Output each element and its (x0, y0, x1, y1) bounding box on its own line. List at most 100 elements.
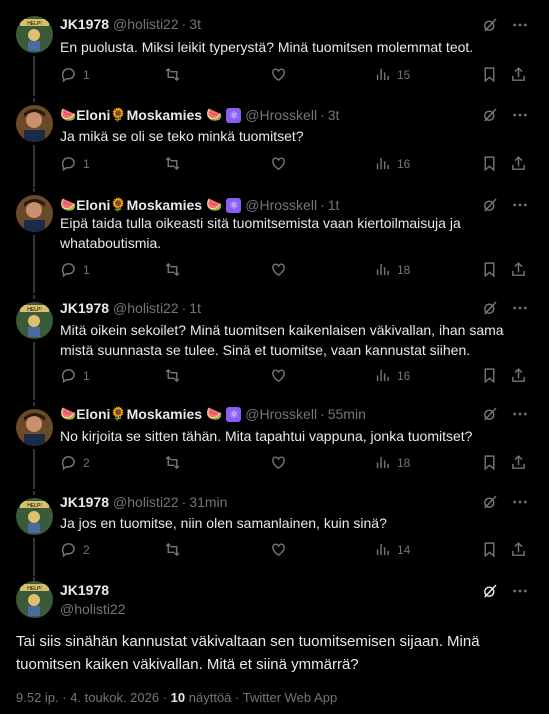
avatar[interactable] (16, 105, 53, 142)
reply-tweet[interactable]: HELP! JK1978 @holisti22 · 1t Mitä oikein… (0, 293, 549, 400)
grok-icon[interactable] (481, 299, 499, 317)
reply-tweet[interactable]: 🍉 Eloni 🌻 Moskamies 🍉 ⚛ @Hrosskell · 1t … (0, 186, 549, 293)
handle[interactable]: @Hrosskell (245, 197, 317, 213)
views-icon (376, 369, 389, 382)
grok-icon[interactable] (481, 493, 499, 511)
reply-button[interactable]: 1 (60, 155, 90, 172)
grok-icon[interactable] (481, 582, 499, 600)
display-name-2[interactable]: Moskamies (127, 197, 202, 213)
timestamp[interactable]: 3t (328, 107, 340, 123)
handle[interactable]: @holisti22 (113, 494, 179, 510)
share-button[interactable] (510, 261, 527, 278)
retweet-button[interactable] (164, 454, 181, 471)
display-name[interactable]: JK1978 (60, 16, 109, 32)
views-button[interactable]: 15 (374, 66, 410, 83)
more-icon[interactable] (511, 106, 529, 124)
display-name[interactable]: JK1978 (60, 494, 109, 510)
display-name-2[interactable]: Moskamies (127, 107, 202, 123)
views-button[interactable]: 14 (374, 541, 410, 558)
avatar[interactable]: HELP! (16, 16, 53, 53)
like-button[interactable] (270, 261, 287, 278)
like-button[interactable] (270, 367, 287, 384)
retweet-button[interactable] (164, 155, 181, 172)
display-name[interactable]: Eloni (76, 406, 110, 422)
share-button[interactable] (510, 367, 527, 384)
avatar[interactable] (16, 195, 53, 232)
share-button[interactable] (510, 66, 527, 83)
more-icon[interactable] (511, 16, 529, 34)
grok-icon[interactable] (481, 106, 499, 124)
timestamp[interactable]: 1t (328, 197, 340, 213)
timestamp[interactable]: 31min (189, 494, 227, 510)
timestamp[interactable]: 55min (328, 406, 366, 422)
reply-tweet[interactable]: HELP! JK1978 @holisti22 · 3t En puolusta… (0, 0, 549, 96)
retweet-button[interactable] (164, 261, 181, 278)
display-name[interactable]: Eloni (76, 107, 110, 123)
avatar[interactable]: HELP! (16, 581, 53, 618)
avatar[interactable]: HELP! (16, 498, 53, 535)
tweet-header: 🍉 Eloni 🌻 Moskamies 🍉 ⚛ @Hrosskell · 1t (60, 195, 339, 215)
grok-icon[interactable] (481, 196, 499, 214)
grok-icon[interactable] (481, 405, 499, 423)
bookmark-button[interactable] (481, 261, 498, 278)
avatar[interactable] (16, 409, 53, 446)
bookmark-button[interactable] (481, 367, 498, 384)
bookmark-icon (484, 262, 495, 278)
retweet-button[interactable] (164, 367, 181, 384)
views-button[interactable]: 18 (374, 261, 410, 278)
like-button[interactable] (270, 541, 287, 558)
reply-tweet[interactable]: 🍉 Eloni 🌻 Moskamies 🍉 ⚛ @Hrosskell · 55m… (0, 400, 549, 489)
more-icon[interactable] (511, 196, 529, 214)
display-name[interactable]: JK1978 (60, 300, 109, 316)
more-icon[interactable] (511, 493, 529, 511)
display-name[interactable]: JK1978 (60, 582, 109, 598)
watermelon-emoji: 🍉 (206, 197, 223, 212)
more-icon[interactable] (511, 405, 529, 423)
reply-button[interactable]: 1 (60, 261, 90, 278)
reply-tweet[interactable]: HELP! JK1978 @holisti22 · 31min Ja jos e… (0, 489, 549, 575)
share-icon (512, 368, 525, 382)
bookmark-button[interactable] (481, 454, 498, 471)
like-icon (272, 68, 285, 82)
handle[interactable]: @holisti22 (113, 300, 179, 316)
reply-button[interactable]: 1 (60, 367, 90, 384)
timestamp[interactable]: 3t (189, 16, 201, 32)
reply-count: 1 (83, 67, 90, 82)
bookmark-icon (484, 455, 495, 471)
views-button[interactable]: 18 (374, 454, 410, 471)
retweet-button[interactable] (164, 541, 181, 558)
bookmark-button[interactable] (481, 155, 498, 172)
handle[interactable]: @Hrosskell (245, 107, 317, 123)
reply-button[interactable]: 2 (60, 454, 90, 471)
views-button[interactable]: 16 (374, 367, 410, 384)
separator: · (181, 16, 187, 32)
reply-button[interactable]: 2 (60, 541, 90, 558)
share-button[interactable] (510, 541, 527, 558)
like-button[interactable] (270, 66, 287, 83)
tweet-text: Eipä taida tulla oikeasti sitä tuomitsem… (60, 215, 461, 251)
retweet-icon (165, 455, 180, 470)
share-icon (512, 156, 525, 170)
display-name[interactable]: Eloni (76, 197, 110, 213)
share-button[interactable] (510, 155, 527, 172)
like-button[interactable] (270, 454, 287, 471)
post-time[interactable]: 9.52 ip. · 4. toukok. 2026 · (16, 690, 167, 705)
handle[interactable]: @Hrosskell (245, 406, 317, 422)
views-button[interactable]: 16 (374, 155, 410, 172)
reply-button[interactable]: 1 (60, 66, 90, 83)
handle[interactable]: @holisti22 (60, 601, 126, 617)
more-icon[interactable] (511, 582, 529, 600)
grok-icon[interactable] (481, 16, 499, 34)
display-name-2[interactable]: Moskamies (127, 406, 202, 422)
like-button[interactable] (270, 155, 287, 172)
avatar[interactable]: HELP! (16, 302, 53, 339)
handle[interactable]: @holisti22 (113, 16, 179, 32)
timestamp[interactable]: 1t (189, 300, 201, 316)
share-button[interactable] (510, 454, 527, 471)
more-icon[interactable] (511, 299, 529, 317)
retweet-button[interactable] (164, 66, 181, 83)
bookmark-button[interactable] (481, 541, 498, 558)
views-icon (376, 263, 389, 276)
reply-tweet[interactable]: 🍉 Eloni 🌻 Moskamies 🍉 ⚛ @Hrosskell · 3t … (0, 96, 549, 186)
bookmark-button[interactable] (481, 66, 498, 83)
